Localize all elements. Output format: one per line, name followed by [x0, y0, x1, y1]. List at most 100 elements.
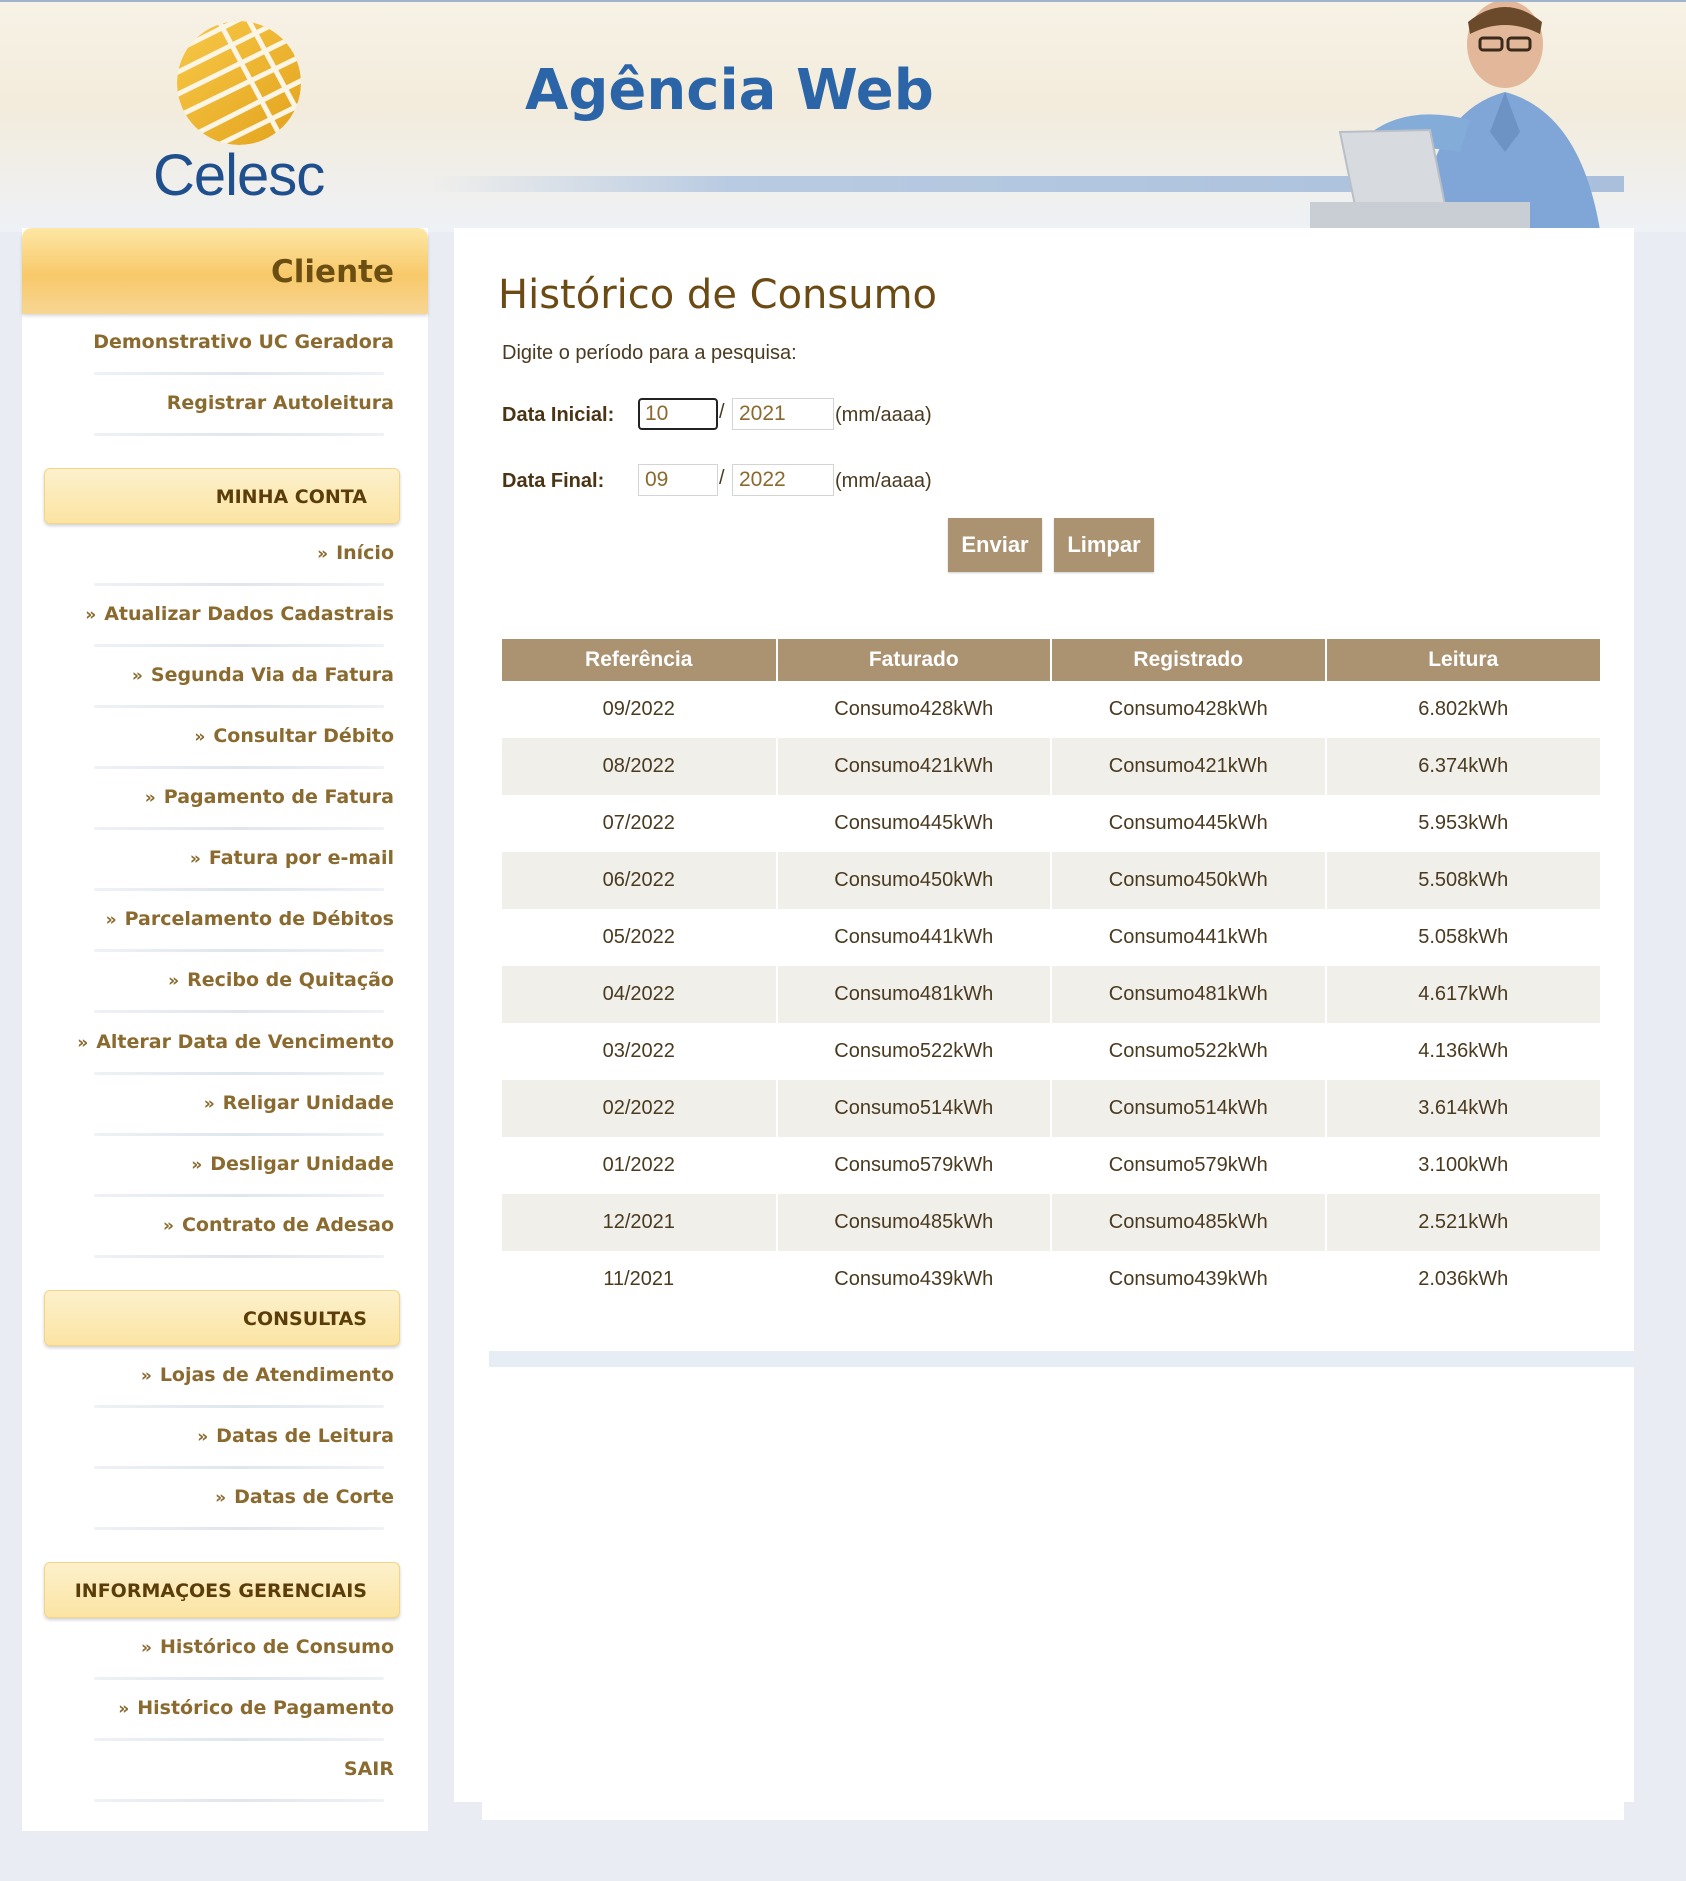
client-title: Cliente	[271, 254, 394, 290]
date-format-hint: (mm/aaaa)	[835, 470, 932, 492]
sidebar-item-datas-de-corte[interactable]: » Datas de Corte	[72, 1477, 418, 1538]
bullet-icon: »	[77, 1033, 89, 1053]
cell-leitura: 5.953kWh	[1324, 795, 1600, 852]
divider	[94, 372, 384, 375]
divider	[94, 1527, 384, 1530]
cell-registrado: Consumo421kWh	[1050, 738, 1326, 795]
bullet-icon: »	[197, 1427, 209, 1447]
table-row: 11/2021 Consumo439kWh Consumo439kWh 2.03…	[502, 1251, 1600, 1308]
cell-referencia: 02/2022	[502, 1080, 777, 1137]
table-row: 08/2022 Consumo421kWh Consumo421kWh 6.37…	[502, 738, 1600, 795]
cell-referencia: 08/2022	[502, 738, 777, 795]
cell-leitura: 2.036kWh	[1324, 1251, 1600, 1308]
bullet-icon: »	[203, 1094, 215, 1114]
sidebar-item-label: Segunda Via da Fatura	[150, 664, 394, 686]
sidebar-item-atualizar-dados-cadastrais[interactable]: » Atualizar Dados Cadastrais	[72, 594, 418, 655]
cell-referencia: 07/2022	[602, 812, 675, 834]
clear-button[interactable]: Limpar	[1054, 518, 1154, 572]
cell-registrado: Consumo485kWh	[1050, 1194, 1326, 1251]
cell-leitura: 4.136kWh	[1324, 1023, 1600, 1080]
hero-person-laptop-image	[1310, 2, 1600, 230]
sidebar-item-consultar-debito[interactable]: » Consultar Débito	[72, 716, 418, 777]
end-year-input[interactable]	[732, 464, 834, 496]
cell-leitura: 6.374kWh	[1324, 738, 1600, 795]
divider	[94, 827, 384, 830]
divider	[94, 1405, 384, 1408]
divider	[94, 1799, 384, 1802]
sidebar-item-fatura-por-email[interactable]: » Fatura por e-mail	[72, 838, 418, 899]
bullet-icon: »	[168, 971, 180, 991]
sidebar-item-label: Religar Unidade	[222, 1092, 394, 1114]
start-year-input[interactable]	[732, 398, 834, 430]
cell-registrado: Consumo445kWh	[1050, 795, 1326, 852]
date-separator: /	[719, 467, 725, 489]
sidebar-item-religar-unidade[interactable]: » Religar Unidade	[72, 1083, 418, 1144]
sidebar-item-demonstrativo-uc-geradora[interactable]: Demonstrativo UC Geradora	[72, 322, 418, 383]
end-date-label: Data Final:	[502, 470, 605, 492]
cell-leitura: 3.100kWh	[1324, 1137, 1600, 1194]
sidebar-item-segunda-via-da-fatura[interactable]: » Segunda Via da Fatura	[72, 655, 418, 716]
table-row: 04/2022 Consumo481kWh Consumo481kWh 4.61…	[502, 966, 1600, 1023]
section-header-consultas: CONSULTAS	[44, 1290, 400, 1346]
app-title: Agência Web	[525, 58, 934, 123]
sidebar-item-label: Histórico de Pagamento	[137, 1697, 394, 1719]
cell-registrado: Consumo481kWh	[1050, 966, 1326, 1023]
sidebar-item-label: Consultar Débito	[213, 725, 394, 747]
submit-button[interactable]: Enviar	[948, 518, 1042, 572]
logout-link[interactable]: SAIR	[72, 1749, 418, 1810]
sidebar-item-pagamento-de-fatura[interactable]: » Pagamento de Fatura	[72, 777, 418, 838]
sidebar-item-historico-de-consumo[interactable]: » Histórico de Consumo	[72, 1627, 418, 1688]
table-row: 06/2022 Consumo450kWh Consumo450kWh 5.50…	[502, 852, 1600, 909]
bullet-icon: »	[189, 849, 201, 869]
sidebar-item-datas-de-leitura[interactable]: » Datas de Leitura	[72, 1416, 418, 1477]
cell-registrado: Consumo439kWh	[1050, 1251, 1326, 1308]
sidebar-item-label: Registrar Autoleitura	[166, 392, 394, 414]
search-prompt: Digite o período para a pesquisa:	[502, 342, 797, 364]
cell-referencia: 03/2022	[602, 1040, 675, 1062]
sidebar-item-alterar-data-de-vencimento[interactable]: » Alterar Data de Vencimento	[72, 1022, 418, 1083]
cell-registrado: Consumo522kWh	[1050, 1023, 1326, 1080]
bullet-icon: »	[191, 1155, 203, 1175]
sidebar-item-recibo-de-quitacao[interactable]: » Recibo de Quitação	[72, 960, 418, 1021]
section-title: CONSULTAS	[243, 1308, 367, 1330]
bullet-icon: »	[144, 788, 156, 808]
logout-label: SAIR	[343, 1758, 394, 1780]
divider	[94, 583, 384, 586]
cell-faturado: Consumo579kWh	[775, 1137, 1051, 1194]
table-row: 07/2022 Consumo445kWh Consumo445kWh 5.95…	[502, 795, 1600, 852]
consumption-history-table: Referência Faturado Registrado Leitura 0…	[502, 639, 1600, 1308]
sidebar-item-label: Atualizar Dados Cadastrais	[104, 603, 394, 625]
table-row: 03/2022 Consumo522kWh Consumo522kWh 4.13…	[502, 1023, 1600, 1080]
bullet-icon: »	[141, 1638, 153, 1658]
divider	[94, 1466, 384, 1469]
sidebar-item-registrar-autoleitura[interactable]: Registrar Autoleitura	[72, 383, 418, 444]
divider	[94, 1738, 384, 1741]
sidebar-item-inicio[interactable]: » Início	[72, 533, 418, 594]
cell-faturado: Consumo441kWh	[775, 909, 1051, 966]
cell-faturado: Consumo445kWh	[775, 795, 1051, 852]
cell-referencia: 11/2021	[603, 1268, 675, 1290]
cell-leitura: 3.614kWh	[1324, 1080, 1600, 1137]
divider	[94, 1677, 384, 1680]
divider	[94, 888, 384, 891]
sidebar-item-historico-de-pagamento[interactable]: » Histórico de Pagamento	[72, 1688, 418, 1749]
sidebar-item-contrato-de-adesao[interactable]: » Contrato de Adesao	[72, 1205, 418, 1266]
cell-faturado: Consumo481kWh	[775, 966, 1051, 1023]
sidebar-item-label: Datas de Leitura	[216, 1425, 394, 1447]
sidebar-item-label: Datas de Corte	[234, 1486, 394, 1508]
date-separator: /	[719, 401, 725, 423]
bullet-icon: »	[140, 1366, 152, 1386]
sidebar-item-parcelamento-de-debitos[interactable]: » Parcelamento de Débitos	[72, 899, 418, 960]
site-header: Celesc Agência Web	[0, 0, 1686, 232]
logo-wordmark: Celesc	[153, 143, 325, 208]
cell-faturado: Consumo450kWh	[775, 852, 1051, 909]
section-title: MINHA CONTA	[215, 486, 367, 508]
cell-faturado: Consumo485kWh	[775, 1194, 1051, 1251]
sidebar-item-desligar-unidade[interactable]: » Desligar Unidade	[72, 1144, 418, 1205]
sidebar-item-lojas-de-atendimento[interactable]: » Lojas de Atendimento	[72, 1355, 418, 1416]
bullet-icon: »	[215, 1488, 227, 1508]
sidebar-item-label: Desligar Unidade	[210, 1153, 394, 1175]
start-month-input[interactable]	[638, 398, 718, 430]
end-month-input[interactable]	[638, 464, 718, 496]
celesc-logo-icon	[177, 21, 301, 145]
